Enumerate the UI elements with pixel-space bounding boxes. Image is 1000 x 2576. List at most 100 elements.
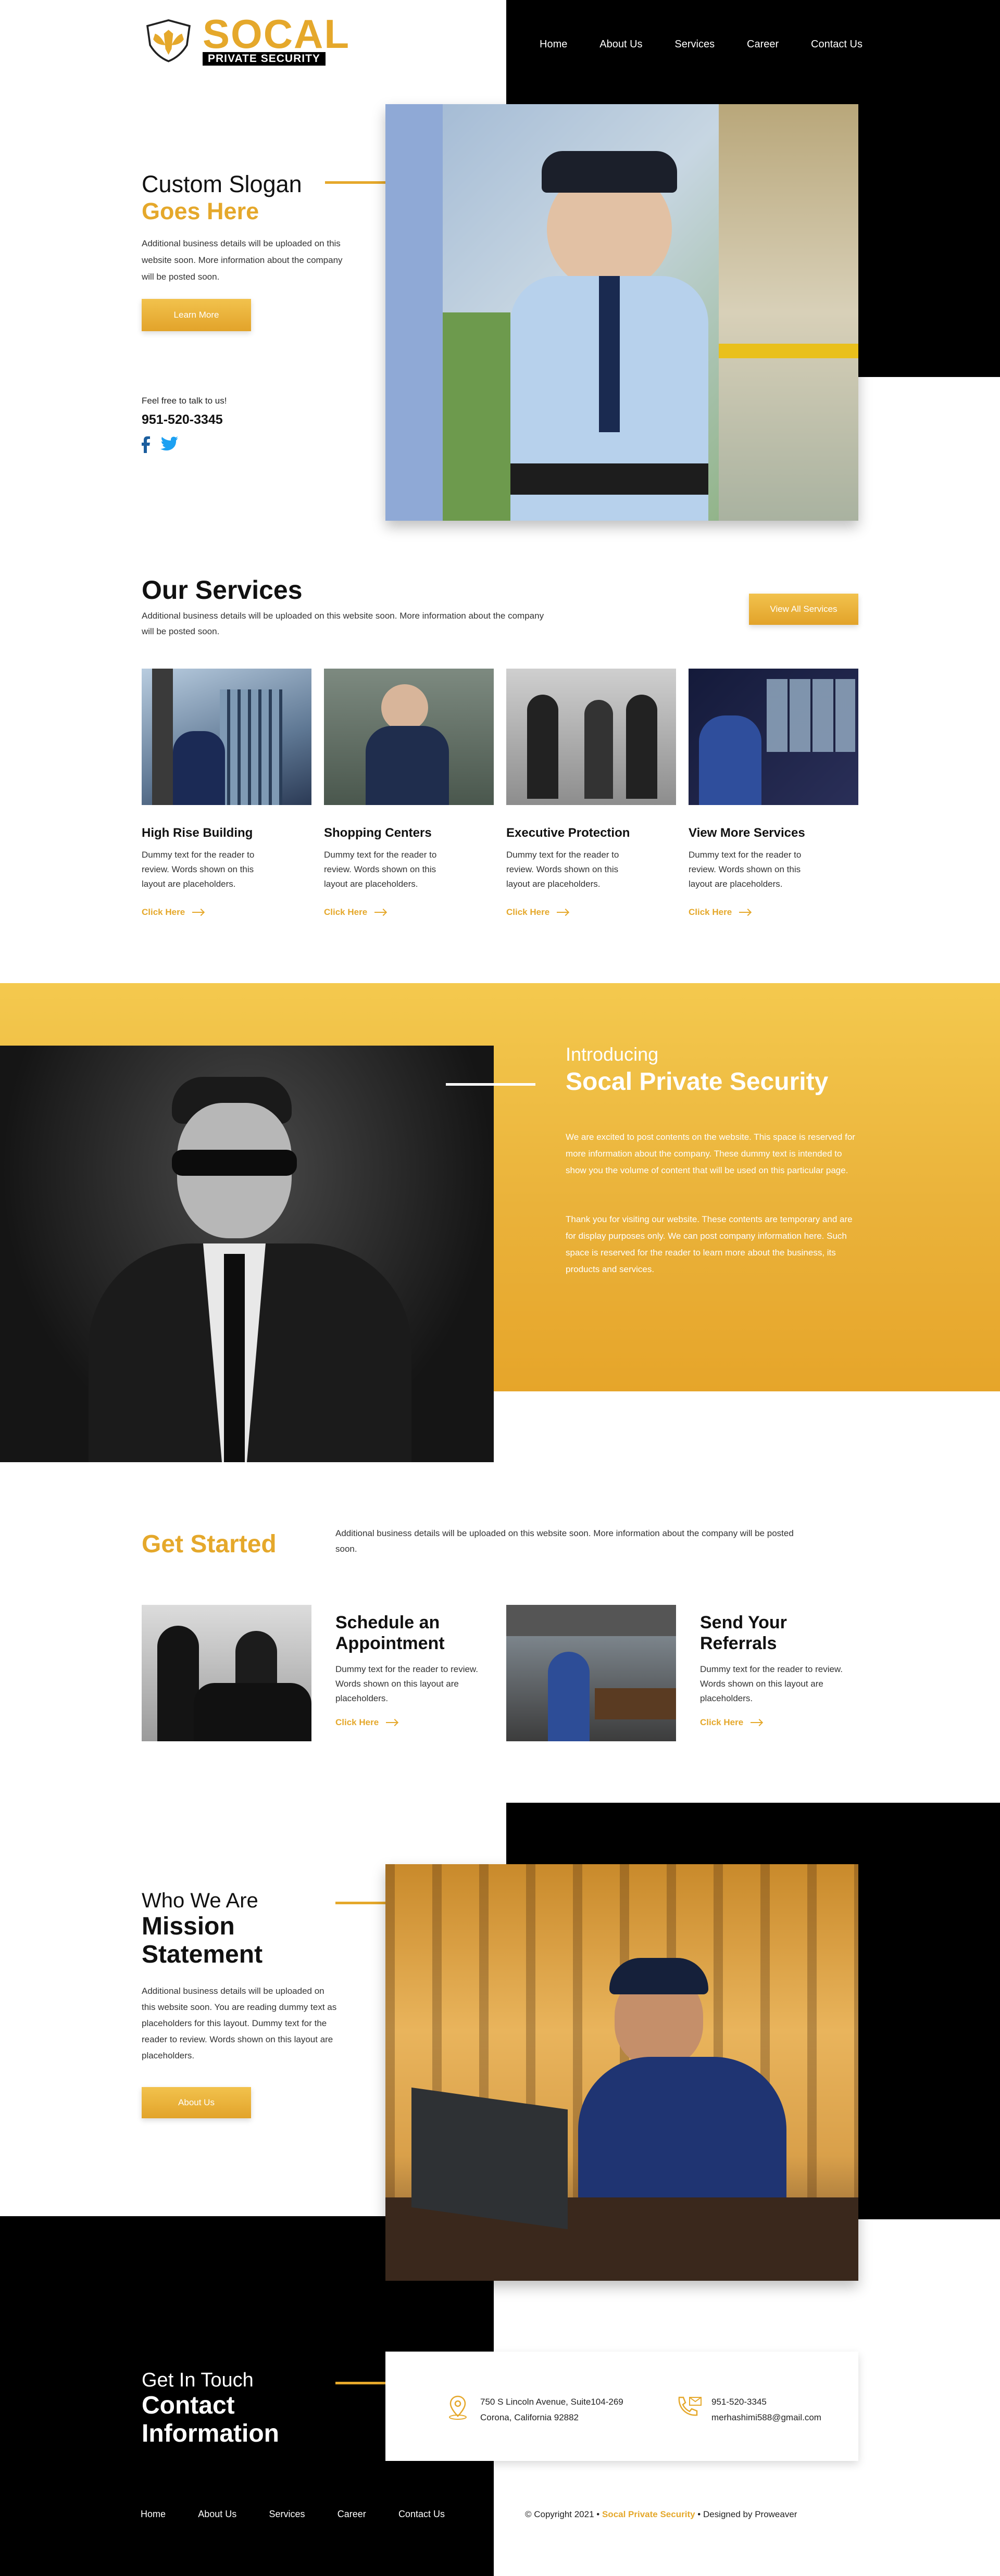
service-card-shopping: Shopping Centers Dummy text for the read… (324, 826, 494, 918)
logo-tag: PRIVATE SECURITY (203, 52, 326, 66)
twitter-icon[interactable] (160, 436, 178, 451)
service-text-shopping: Dummy text for the reader to review. Wor… (324, 850, 437, 889)
click-here-label: Click Here (506, 907, 550, 917)
service-link-shopping[interactable]: Click Here (324, 907, 494, 918)
service-text-view-more: Dummy text for the reader to review. Wor… (689, 850, 802, 889)
hero-slogan: Custom Slogan Goes Here (142, 171, 302, 225)
started-text-appointment: Dummy text for the reader to review. Wor… (335, 1664, 478, 1703)
phone-email-icon (678, 2396, 702, 2416)
about-us-button[interactable]: About Us (142, 2087, 251, 2118)
footer-link-home[interactable]: Home (141, 2509, 166, 2520)
started-card-appointment: Schedule an Appointment Dummy text for t… (335, 1612, 505, 1728)
started-title-appointment: Schedule an Appointment (335, 1613, 445, 1653)
intro-heading: Introducing Socal Private Security (566, 1044, 828, 1096)
service-link-view-more[interactable]: Click Here (689, 907, 858, 918)
hero-text: Additional business details will be uplo… (142, 238, 343, 282)
service-photo-shopping (324, 669, 494, 805)
hero-guard-photo (385, 104, 858, 521)
contact-address-line2: Corona, California 92882 (480, 2412, 579, 2422)
nav-career[interactable]: Career (747, 39, 779, 51)
services-text: Additional business details will be uplo… (142, 611, 544, 636)
arrow-right-icon (557, 912, 569, 913)
service-title-executive: Executive Protection (506, 826, 630, 840)
started-title: Get Started (142, 1530, 277, 1558)
mission-text: Additional business details will be uplo… (142, 1986, 337, 2060)
main-nav: Home About Us Services Career Contact Us (540, 39, 863, 51)
nav-home[interactable]: Home (540, 39, 567, 51)
arrow-right-icon (739, 912, 751, 913)
service-photo-executive (506, 669, 676, 805)
arrow-right-icon (386, 1722, 398, 1723)
mission-small: Who We Are (142, 1889, 258, 1912)
contact-phone-email: 951-520-3345 merhashimi588@gmail.com (711, 2394, 821, 2426)
started-link-referrals[interactable]: Click Here (700, 1717, 870, 1728)
logo-shield-icon (146, 19, 191, 62)
hero-phone[interactable]: 951-520-3345 (142, 412, 223, 428)
hero-talk: Feel free to talk to us! (142, 396, 227, 406)
arrow-right-icon (374, 912, 386, 913)
intro-big: Socal Private Security (566, 1068, 829, 1096)
footer-link-career[interactable]: Career (338, 2509, 366, 2520)
started-card-referrals: Send Your Referrals Dummy text for the r… (700, 1612, 870, 1728)
footer-link-services[interactable]: Services (269, 2509, 305, 2520)
service-title-view-more: View More Services (689, 826, 805, 840)
started-photo-referrals (506, 1605, 676, 1741)
social-links (142, 436, 178, 453)
footer-link-about-us[interactable]: About Us (198, 2509, 236, 2520)
facebook-icon[interactable] (142, 436, 150, 453)
mission-agent-photo (385, 1864, 858, 2281)
hero-slogan-line2: Goes Here (142, 198, 259, 224)
mission-big: Mission Statement (142, 1913, 263, 1968)
service-card-high-rise: High Rise Building Dummy text for the re… (142, 826, 311, 918)
contact-big: Contact Information (142, 2392, 279, 2447)
service-link-high-rise[interactable]: Click Here (142, 907, 311, 918)
contact-phone[interactable]: 951-520-3345 (711, 2394, 821, 2410)
copyright-text: © Copyright 2021 • (525, 2509, 600, 2519)
intro-paragraph-2: Thank you for visiting our website. Thes… (566, 1214, 853, 1274)
view-all-services-button[interactable]: View All Services (749, 594, 858, 625)
click-here-label: Click Here (700, 1717, 744, 1727)
started-photo-appointment (142, 1605, 311, 1741)
footer-link-contact-us[interactable]: Contact Us (398, 2509, 445, 2520)
logo[interactable]: SOCAL PRIVATE SECURITY (142, 10, 350, 70)
mission-heading: Who We Are Mission Statement (142, 1889, 298, 1969)
click-here-label: Click Here (142, 907, 185, 917)
click-here-label: Click Here (324, 907, 368, 917)
intro-paragraph-1: We are excited to post contents on the w… (566, 1132, 855, 1175)
started-link-appointment[interactable]: Click Here (335, 1717, 505, 1728)
location-pin-icon (449, 2395, 467, 2420)
contact-email[interactable]: merhashimi588@gmail.com (711, 2410, 821, 2426)
services-title: Our Services (142, 575, 303, 605)
click-here-label: Click Here (689, 907, 732, 917)
hero-slogan-line1: Custom Slogan (142, 171, 302, 197)
contact-small: Get In Touch (142, 2369, 254, 2391)
contact-address-line1: 750 S Lincoln Avenue, Suite104-269 (480, 2397, 623, 2407)
learn-more-button[interactable]: Learn More (142, 299, 251, 331)
contact-card: 750 S Lincoln Avenue, Suite104-269 Coron… (385, 2352, 858, 2461)
contact-heading: Get In Touch Contact Information (142, 2369, 298, 2448)
service-card-view-more: View More Services Dummy text for the re… (689, 826, 858, 918)
started-text-referrals: Dummy text for the reader to review. Wor… (700, 1664, 843, 1703)
intro-agent-photo (0, 1046, 494, 1462)
footer-copyright: © Copyright 2021 • Socal Private Securit… (525, 2509, 797, 2520)
intro-white-line (446, 1083, 535, 1086)
service-photo-high-rise (142, 669, 311, 805)
nav-services[interactable]: Services (674, 39, 715, 51)
intro-small: Introducing (566, 1044, 659, 1065)
service-title-shopping: Shopping Centers (324, 826, 432, 840)
logo-name: SOCAL (203, 10, 350, 57)
service-link-executive[interactable]: Click Here (506, 907, 676, 918)
nav-about-us[interactable]: About Us (599, 39, 642, 51)
service-card-executive: Executive Protection Dummy text for the … (506, 826, 676, 918)
service-photo-view-more (689, 669, 858, 805)
service-text-executive: Dummy text for the reader to review. Wor… (506, 850, 619, 889)
arrow-right-icon (751, 1722, 762, 1723)
designed-by-text: • Designed by Proweaver (697, 2509, 797, 2519)
service-text-high-rise: Dummy text for the reader to review. Wor… (142, 850, 255, 889)
nav-contact-us[interactable]: Contact Us (811, 39, 863, 51)
started-title-referrals: Send Your Referrals (700, 1613, 787, 1653)
copyright-brand[interactable]: Socal Private Security (602, 2509, 695, 2519)
arrow-right-icon (192, 912, 204, 913)
started-text: Additional business details will be uplo… (335, 1528, 794, 1554)
click-here-label: Click Here (335, 1717, 379, 1727)
